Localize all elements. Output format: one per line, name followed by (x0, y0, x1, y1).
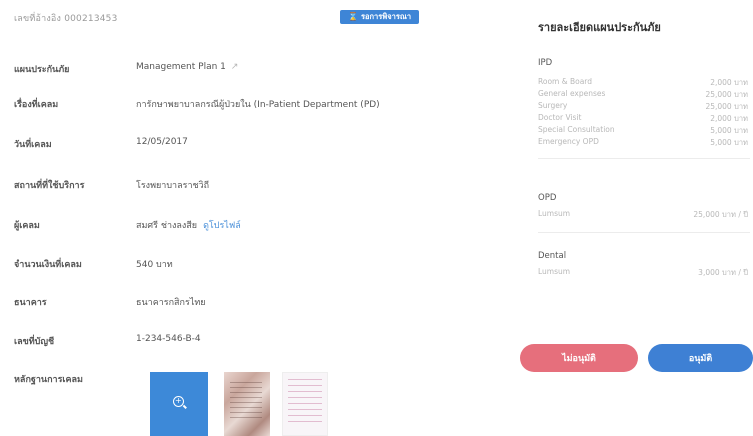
field-label: เรื่องที่เคลม (14, 100, 59, 110)
claim-detail-panel: เลขที่อ้างอิง 000213453 ⌛ รอการพิจารณา แผ… (0, 0, 510, 436)
plan-detail-panel: รายละเอียดแผนประกันภัย IPD Room & Board 2… (520, 0, 753, 436)
status-badge: ⌛ รอการพิจารณา (340, 10, 420, 24)
field-row-plan: แผนประกันภัย Management Plan 1 ↗ (0, 62, 510, 78)
field-value: ธนาคารกสิกรไทย (136, 298, 206, 308)
coverage-item: Emergency OPD 5,000 บาท (538, 137, 748, 147)
field-value: 12/05/2017 (136, 137, 188, 147)
coverage-item: Lumsum 25,000 บาท / ปี (538, 209, 748, 219)
field-row-bank: ธนาคาร ธนาคารกสิกรไทย (0, 295, 510, 311)
divider (538, 232, 750, 233)
view-profile-link[interactable]: ดูโปรไฟล์ (203, 221, 241, 231)
plan-detail-title: รายละเอียดแผนประกันภัย (538, 21, 661, 34)
coverage-item: General expenses 25,000 บาท (538, 89, 748, 99)
evidence-thumbnail-receipt[interactable] (224, 372, 270, 436)
section-heading-ipd: IPD (538, 58, 553, 68)
field-label: วันที่เคลม (14, 140, 52, 150)
section-heading-opd: OPD (538, 193, 557, 203)
hourglass-icon: ⌛ (348, 12, 358, 21)
field-label: ธนาคาร (14, 298, 47, 308)
field-row-amount: จำนวนเงินที่เคลม 540 บาท (0, 257, 510, 273)
coverage-item: Special Consultation 5,000 บาท (538, 125, 748, 135)
status-badge-label: รอการพิจารณา (360, 12, 412, 21)
section-heading-dental: Dental (538, 251, 567, 261)
field-row-service-location: สถานที่ที่ใช้บริการ โรงพยาบาลราชวิถี (0, 178, 510, 194)
divider (538, 158, 750, 159)
field-label: เลขที่บัญชี (14, 337, 55, 347)
field-value: โรงพยาบาลราชวิถี (136, 181, 210, 191)
reject-button[interactable]: ไม่อนุมัติ (520, 344, 638, 372)
field-row-account-number: เลขที่บัญชี 1-234-546-B-4 (0, 334, 510, 350)
evidence-thumbnail-document[interactable] (282, 372, 328, 436)
external-link-icon[interactable]: ↗ (231, 62, 239, 72)
field-label: แผนประกันภัย (14, 65, 70, 75)
field-value-plan: Management Plan 1 ↗ (136, 62, 239, 72)
field-row-claim-date: วันที่เคลม 12/05/2017 (0, 137, 510, 153)
coverage-item: Surgery 25,000 บาท (538, 101, 748, 111)
field-value: การักษาพยาบาลกรณีผู้ป่วยใน (In-Patient D… (136, 100, 380, 110)
field-value: 1-234-546-B-4 (136, 334, 201, 344)
field-row-claimant: ผู้เคลม สมศรี ช่างลงสีย ดูโปรไฟล์ (0, 218, 510, 234)
field-label: สถานที่ที่ใช้บริการ (14, 181, 85, 191)
coverage-item: Room & Board 2,000 บาท (538, 77, 748, 87)
field-value: 540 บาท (136, 260, 173, 270)
field-value-claimant: สมศรี ช่างลงสีย ดูโปรไฟล์ (136, 221, 241, 231)
approve-button[interactable]: อนุมัติ (648, 344, 753, 372)
reference-number: เลขที่อ้างอิง 000213453 (14, 14, 118, 24)
coverage-item: Doctor Visit 2,000 บาท (538, 113, 748, 123)
field-label: จำนวนเงินที่เคลม (14, 260, 82, 270)
field-row-claim-subject: เรื่องที่เคลม การักษาพยาบาลกรณีผู้ป่วยใน… (0, 97, 510, 113)
evidence-zoom-thumbnail[interactable]: + (150, 372, 208, 436)
field-label: หลักฐานการเคลม (14, 375, 83, 385)
coverage-item: Lumsum 3,000 บาท / ปี (538, 267, 748, 277)
field-label: ผู้เคลม (14, 221, 40, 231)
zoom-icon: + (173, 396, 184, 407)
